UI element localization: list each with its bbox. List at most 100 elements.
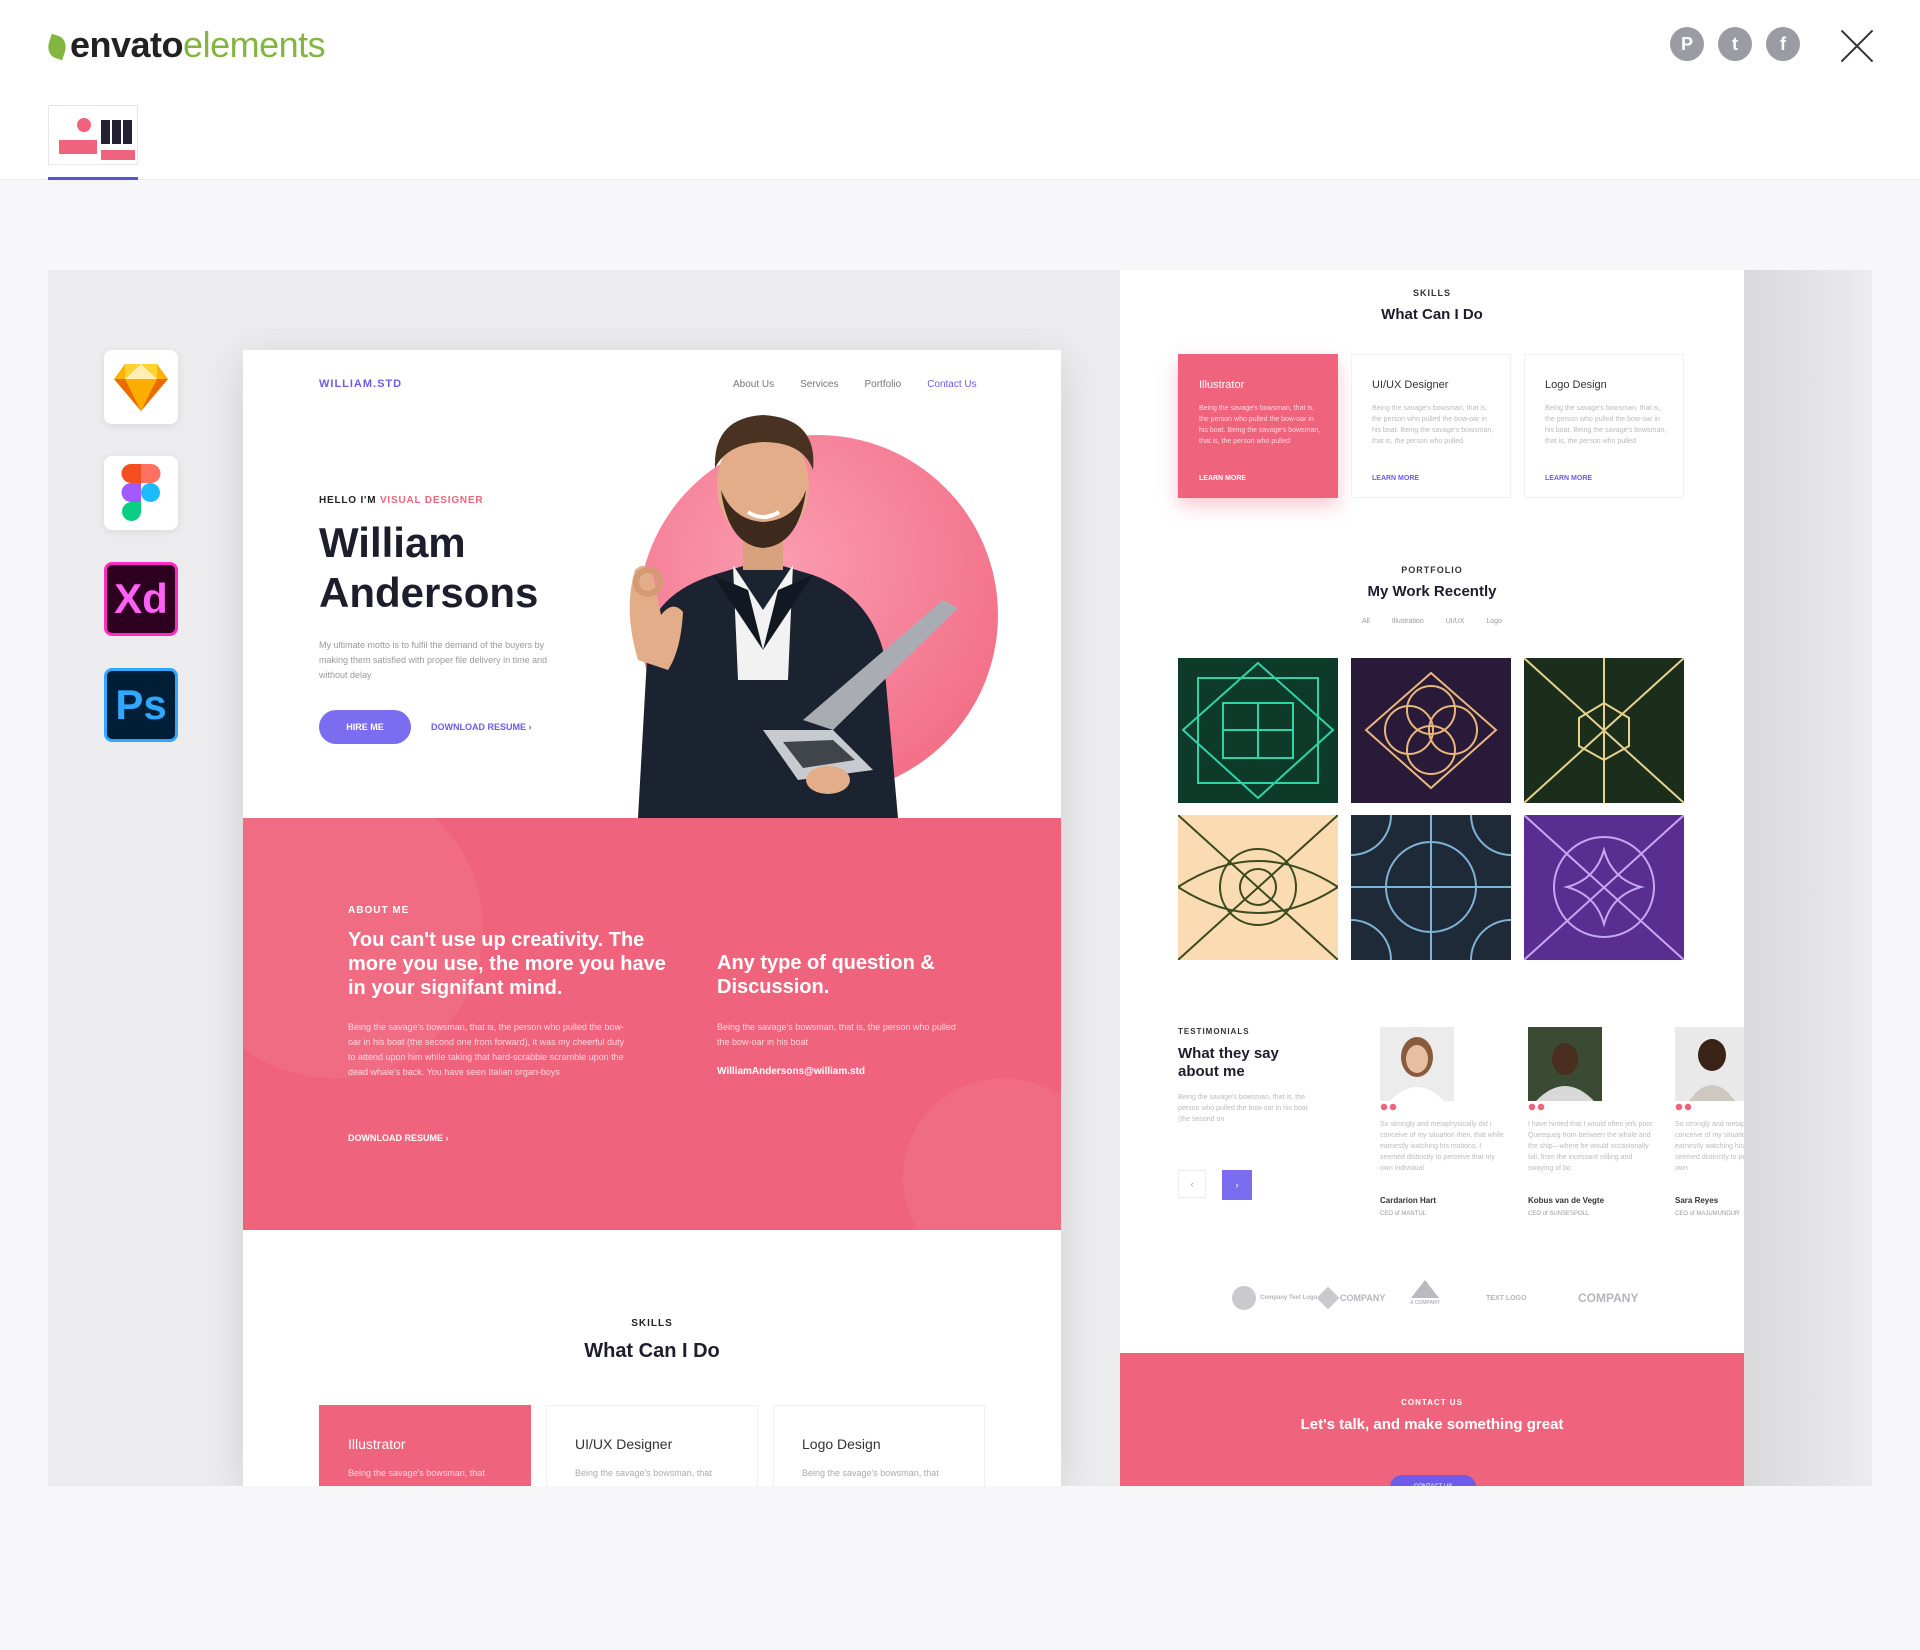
- skill-title: Illustrator: [1199, 379, 1245, 391]
- filter-uiux: UI/UX: [1445, 618, 1465, 625]
- testimonial-quote: So strongly and metaphysically did I con…: [1675, 1121, 1744, 1172]
- close-icon[interactable]: [1836, 24, 1880, 68]
- chevron-right-icon: ›: [1222, 1170, 1252, 1200]
- figma-icon: [104, 456, 178, 530]
- portfolio-tag: PORTFOLIO: [1401, 565, 1463, 575]
- chevron-right-icon: ›: [445, 1133, 449, 1143]
- filter-all: All: [1362, 618, 1370, 625]
- question-heading: Any type of question & Discussion.: [717, 952, 935, 998]
- filter-logo: Logo: [1486, 618, 1502, 625]
- skill-card: UI/UX Designer Being the savage's bowsma…: [1351, 354, 1511, 498]
- thumbnail-active-indicator: [48, 177, 138, 180]
- chevron-right-icon: ›: [528, 722, 532, 732]
- hero-eyebrow: HELLO I'M VISUAL DESIGNER: [319, 495, 483, 506]
- contact-button: CONTACT US: [1390, 1475, 1476, 1486]
- contact-heading: Let's talk, and make something great: [1300, 1416, 1564, 1433]
- portfolio-tile: [1524, 815, 1684, 960]
- portfolio-page-mockup-left: WILLIAM.STD About Us Services Portfolio …: [243, 350, 1061, 1486]
- testimonial-card: So strongly and metaphysically did I con…: [1380, 1027, 1520, 1217]
- hire-me-button: HIRE ME: [319, 710, 411, 744]
- share-buttons: P t f: [1670, 27, 1800, 61]
- portfolio-tile: [1351, 815, 1511, 960]
- skill-body: Being the savage's bowsman, that is, the…: [1545, 405, 1667, 445]
- facebook-icon[interactable]: f: [1766, 27, 1800, 61]
- portfolio-heading: My Work Recently: [1367, 583, 1497, 600]
- filter-illustration: Illustration: [1391, 618, 1424, 625]
- testimonial-name: Sara Reyes: [1675, 1196, 1719, 1205]
- skill-title: Illustrator: [348, 1436, 406, 1452]
- testimonials-heading: What they say about me: [1178, 1045, 1279, 1080]
- client-logo: COMPANY: [1578, 1291, 1639, 1305]
- skill-body: Being the savage's bowsman, that: [348, 1468, 485, 1478]
- quote-icon: [1528, 1103, 1546, 1111]
- skill-title: UI/UX Designer: [1372, 379, 1449, 391]
- adobe-xd-icon: Xd: [104, 562, 178, 636]
- skill-title: Logo Design: [1545, 379, 1607, 391]
- sketch-icon: [104, 350, 178, 424]
- skills-tag: SKILLS: [631, 1318, 673, 1329]
- preview-image: Xd Ps WILLIAM.STD About Us Services Port…: [48, 270, 1872, 1486]
- pinterest-icon[interactable]: P: [1670, 27, 1704, 61]
- skill-card: Illustrator Being the savage's bowsman, …: [319, 1405, 531, 1486]
- learn-more-link: LEARN MORE: [1545, 475, 1593, 482]
- portfolio-tile: [1178, 815, 1338, 960]
- portfolio-filters: All Illustration UI/UX Logo: [1120, 618, 1744, 625]
- client-logo: Company Text Logo: [1232, 1280, 1317, 1316]
- portfolio-tile: [1351, 658, 1511, 803]
- client-logo: COMPANY: [1316, 1280, 1385, 1316]
- skill-card: UI/UX Designer Being the savage's bowsma…: [546, 1405, 758, 1486]
- testimonial-name: Kobus van de Vegte: [1528, 1196, 1605, 1205]
- hero-bio: My ultimate motto is to fulfil the deman…: [319, 640, 548, 680]
- skill-body: Being the savage's bowsman, that: [802, 1468, 939, 1478]
- skill-card: Illustrator Being the savage's bowsman, …: [1178, 354, 1338, 498]
- avatar: [1528, 1027, 1602, 1101]
- twitter-icon[interactable]: t: [1718, 27, 1752, 61]
- skill-title: Logo Design: [802, 1436, 881, 1452]
- skills-tag: SKILLS: [1412, 288, 1451, 298]
- avatar: [1675, 1027, 1744, 1101]
- skill-title: UI/UX Designer: [575, 1436, 673, 1452]
- client-logo: A COMPANY: [1410, 1280, 1440, 1316]
- preview-thumbnail[interactable]: [48, 105, 138, 165]
- skill-card: Logo Design Being the savage's bowsman, …: [1524, 354, 1684, 498]
- testimonial-quote: I have hinted that I would often jerk po…: [1528, 1121, 1653, 1172]
- testimonial-card: So strongly and metaphysically did I con…: [1675, 1027, 1744, 1217]
- portfolio-tile: [1524, 658, 1684, 803]
- download-resume-link: DOWNLOAD RESUME ›: [431, 722, 532, 732]
- testimonials-body: Being the savage's bowsman, that is, the…: [1178, 1094, 1308, 1123]
- avatar: [1380, 1027, 1454, 1101]
- hero-name: William Andersons: [319, 519, 539, 616]
- adobe-photoshop-icon: Ps: [104, 668, 178, 742]
- contact-email: WilliamAndersons@william.std: [717, 1066, 866, 1077]
- testimonial-name: Cardarion Hart: [1380, 1196, 1437, 1205]
- logo-text-elements: elements: [183, 24, 326, 65]
- client-logo: TEXT LOGO: [1486, 1294, 1527, 1302]
- chevron-left-icon: ‹: [1178, 1170, 1206, 1198]
- hero-eyebrow-accent: VISUAL DESIGNER: [379, 495, 484, 506]
- testimonials-tag: TESTIMONIALS: [1178, 1027, 1250, 1036]
- about-heading: You can't use up creativity. The more yo…: [348, 929, 666, 999]
- skills-heading: What Can I Do: [584, 1340, 720, 1362]
- about-tag: ABOUT ME: [348, 905, 410, 916]
- about-body: Being the savage's bowsman, that is, the…: [348, 1022, 625, 1077]
- envato-elements-logo[interactable]: envato elements: [45, 24, 326, 66]
- logo-text-envato: envato: [70, 24, 184, 65]
- hero-eyebrow-prefix: HELLO I'M: [319, 495, 380, 506]
- skill-body: Being the savage's bowsman, that: [575, 1468, 712, 1478]
- skill-card: Logo Design Being the savage's bowsman, …: [773, 1405, 985, 1486]
- skill-body: Being the savage's bowsman, that is, the…: [1199, 405, 1321, 445]
- question-body: Being the savage's bowsman, that is, the…: [717, 1022, 956, 1047]
- testimonial-role: CEO of MAJUMUNDUR: [1675, 1211, 1740, 1217]
- contact-section: CONTACT US Let's talk, and make somethin…: [1120, 1353, 1744, 1486]
- portfolio-tile: [1178, 658, 1338, 803]
- skill-body: Being the savage's bowsman, that is, the…: [1372, 405, 1494, 445]
- about-section: ABOUT ME You can't use up creativity. Th…: [243, 818, 1061, 1230]
- quote-icon: [1380, 1103, 1398, 1111]
- top-bar: envato elements P t f: [0, 0, 1920, 180]
- about-download-link: DOWNLOAD RESUME ›: [348, 1133, 449, 1143]
- testimonial-role: CEO of SUNSESPOLL: [1528, 1211, 1590, 1217]
- triangle-logo-icon: [1411, 1280, 1439, 1298]
- download-resume-label: DOWNLOAD RESUME: [431, 722, 526, 732]
- learn-more-link: LEARN MORE: [1372, 475, 1420, 482]
- portfolio-page-mockup-right: SKILLS What Can I Do Illustrator Being t…: [1120, 270, 1744, 1486]
